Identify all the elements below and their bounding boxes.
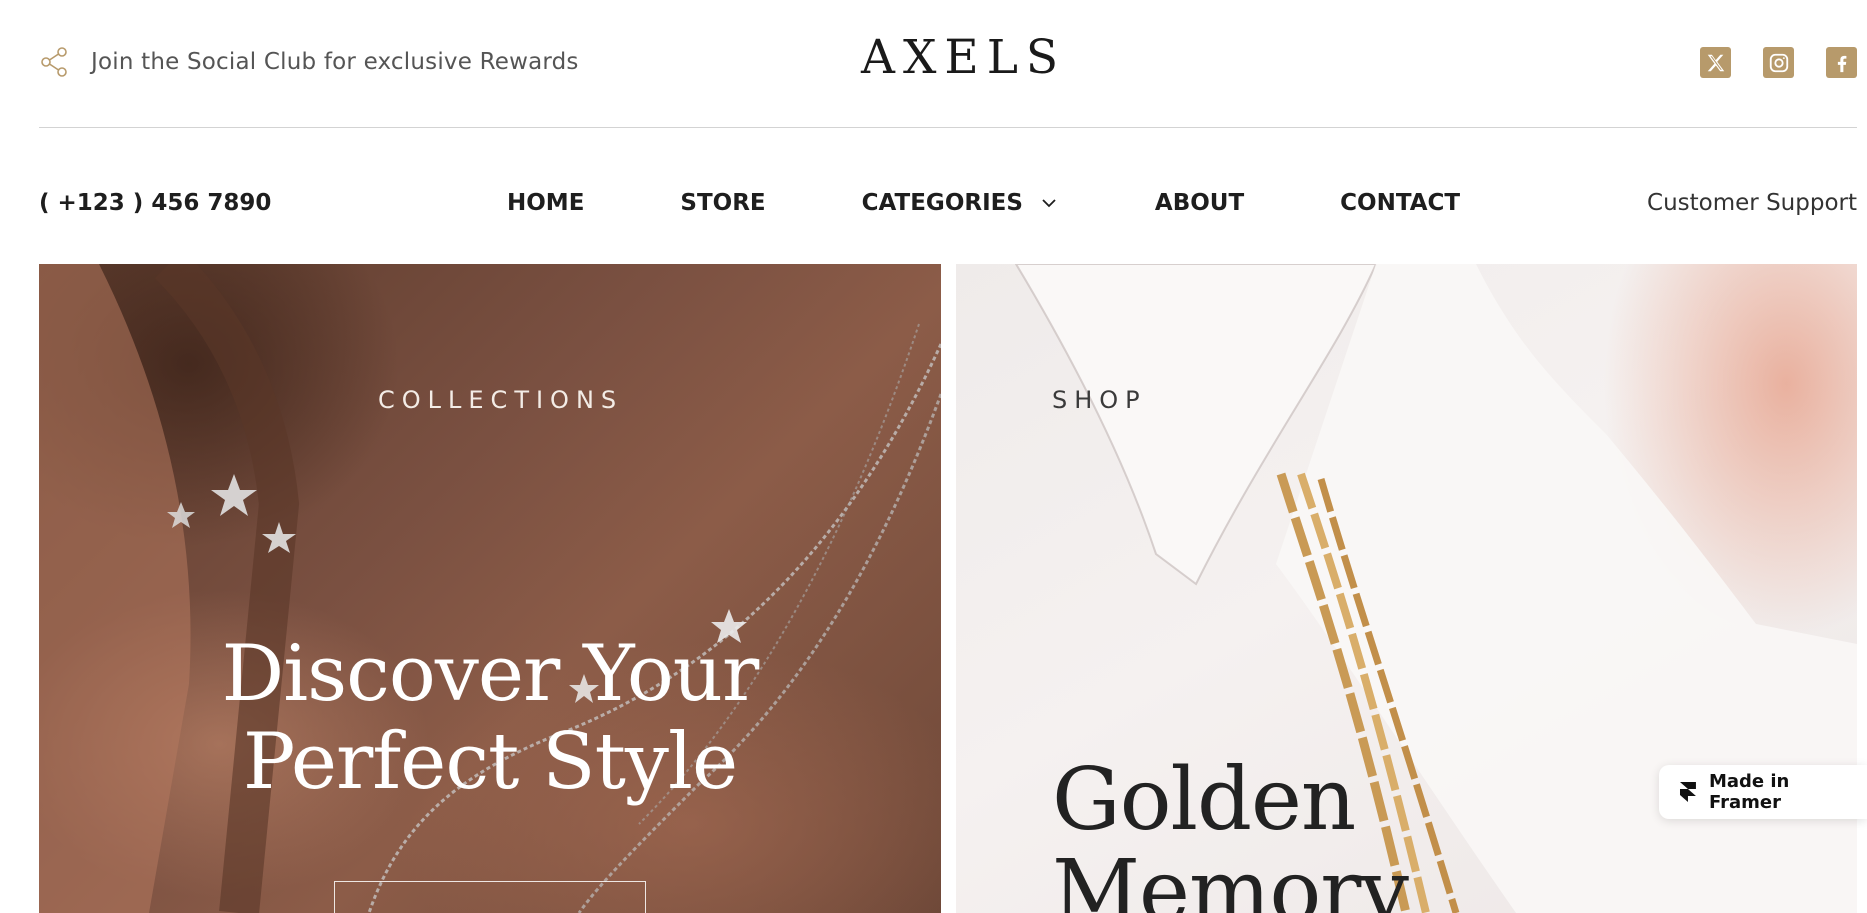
necklace-image — [39, 264, 941, 913]
nav-item-about[interactable]: ABOUT — [1155, 190, 1244, 216]
nav-menu: HOME STORE CATEGORIES ABOUT CONTACT — [507, 190, 1460, 216]
shop-eyebrow: SHOP — [1052, 386, 1147, 414]
hero-title-line1: Discover Your — [221, 629, 760, 719]
collections-button[interactable] — [334, 881, 646, 913]
made-in-framer-badge[interactable]: Made in Framer — [1659, 765, 1867, 819]
nav-item-store[interactable]: STORE — [680, 190, 765, 216]
social-links — [1700, 47, 1857, 78]
x-icon[interactable] — [1700, 47, 1731, 78]
social-club-promo[interactable]: Join the Social Club for exclusive Rewar… — [39, 46, 579, 78]
main-navigation: ( +123 ) 456 7890 HOME STORE CATEGORIES … — [39, 180, 1857, 228]
nav-item-label: CONTACT — [1340, 190, 1461, 216]
brand-logo[interactable]: AXELS — [861, 30, 1066, 85]
collections-hero: COLLECTIONS Discover Your Perfect Style — [39, 264, 941, 913]
customer-support-link[interactable]: Customer Support — [1647, 190, 1857, 216]
nav-item-label: CATEGORIES — [861, 190, 1023, 216]
nav-item-contact[interactable]: CONTACT — [1340, 190, 1460, 216]
shop-title-line2: Memory — [1052, 842, 1409, 913]
nav-item-label: STORE — [680, 190, 766, 216]
hero-title-line2: Perfect Style — [242, 717, 738, 807]
nav-item-home[interactable]: HOME — [507, 190, 584, 216]
instagram-icon[interactable] — [1763, 47, 1794, 78]
facebook-icon[interactable] — [1826, 47, 1857, 78]
nav-item-label: ABOUT — [1154, 190, 1245, 216]
framer-icon — [1679, 782, 1696, 802]
chevron-down-icon — [1042, 199, 1056, 208]
hero-title: Discover Your Perfect Style — [39, 630, 941, 806]
shop-title-line1: Golden — [1052, 750, 1356, 850]
share-icon — [41, 47, 67, 77]
phone-number[interactable]: ( +123 ) 456 7890 — [39, 190, 271, 216]
nav-item-label: HOME — [507, 190, 585, 216]
collections-eyebrow: COLLECTIONS — [378, 386, 624, 414]
badge-label: Made in Framer — [1708, 771, 1790, 813]
shop-title: Golden Memory — [1052, 754, 1409, 913]
promo-text: Join the Social Club for exclusive Rewar… — [91, 49, 579, 75]
top-bar: Join the Social Club for exclusive Rewar… — [39, 0, 1857, 128]
nav-item-categories[interactable]: CATEGORIES — [862, 190, 1059, 216]
